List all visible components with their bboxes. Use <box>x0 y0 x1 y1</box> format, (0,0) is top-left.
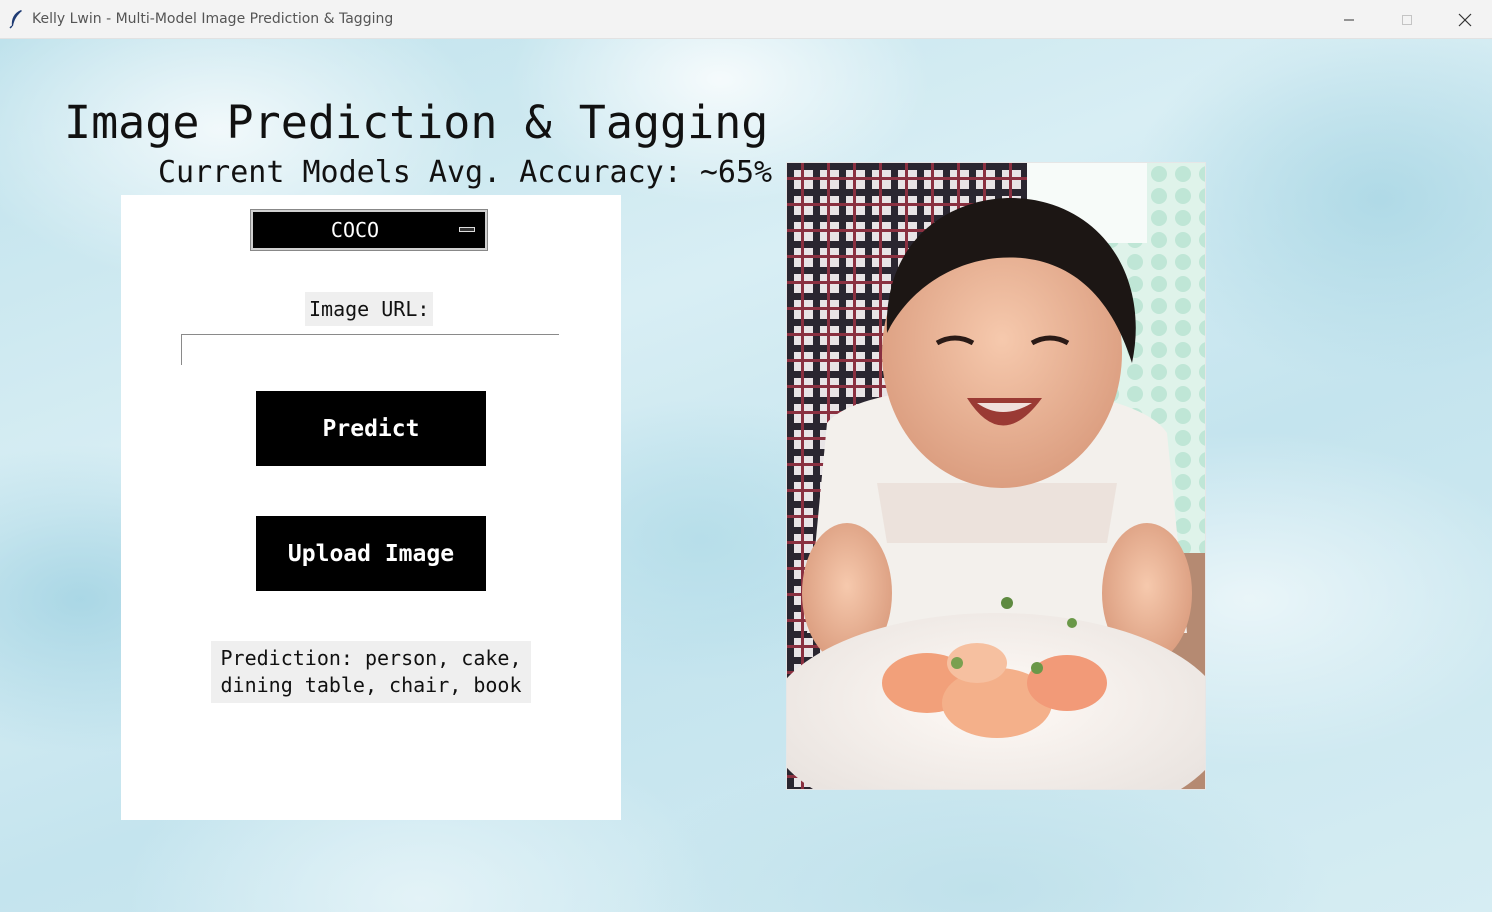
maximize-icon <box>1402 14 1412 25</box>
prediction-result: Prediction: person, cake, dining table, … <box>211 641 531 703</box>
model-select-value: COCO <box>330 218 380 242</box>
option-menu-indicator-icon <box>459 227 475 232</box>
baby-photo-image <box>787 163 1205 789</box>
title-bar[interactable]: Kelly Lwin - Multi-Model Image Predictio… <box>0 0 1492 39</box>
accuracy-subtitle: Current Models Avg. Accuracy: ~65% <box>158 155 773 190</box>
feather-icon <box>8 9 24 29</box>
close-icon <box>1458 13 1472 26</box>
close-button[interactable] <box>1436 0 1492 39</box>
model-select[interactable]: COCO <box>251 210 487 250</box>
image-preview <box>786 162 1206 790</box>
maximize-button[interactable] <box>1378 0 1436 39</box>
predict-button[interactable]: Predict <box>256 391 486 466</box>
minimize-button[interactable] <box>1320 0 1378 39</box>
window-title: Kelly Lwin - Multi-Model Image Predictio… <box>32 11 394 27</box>
control-panel: COCO Image URL: Predict Upload Image Pre… <box>121 195 621 820</box>
image-url-input[interactable] <box>181 334 559 365</box>
app-window: Kelly Lwin - Multi-Model Image Predictio… <box>0 0 1492 912</box>
page-title: Image Prediction & Tagging <box>64 96 769 149</box>
image-url-label: Image URL: <box>305 292 434 326</box>
upload-image-button[interactable]: Upload Image <box>256 516 486 591</box>
minimize-icon <box>1344 19 1354 20</box>
